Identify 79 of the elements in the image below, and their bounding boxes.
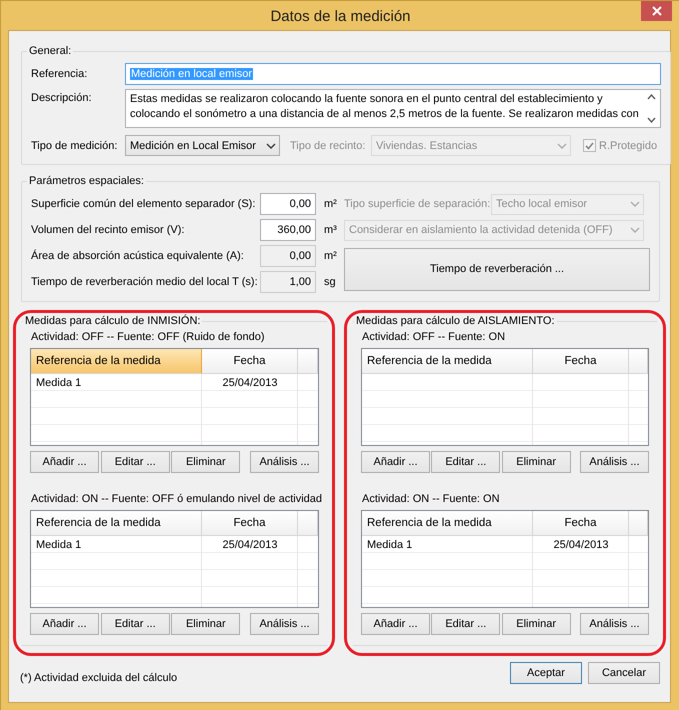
footnote-text: (*) Actividad excluida del cálculo — [20, 671, 178, 684]
cancel-button[interactable]: Cancelar — [588, 662, 660, 684]
field-label: Tipo de recinto: — [290, 140, 366, 152]
text-area[interactable]: Estas medidas se realizaron colocando la fuente sonora en el punto central del establecimiento y colocando el sonómetro a una distancia de al menos 2,5 metros de la fuente. Se realizaron medidas con — [125, 89, 661, 128]
list-caption: Actividad: OFF -- Fuente: ON — [362, 331, 506, 343]
number-field[interactable]: 0,00 — [260, 193, 316, 215]
action-button[interactable]: Añadir ... — [361, 451, 430, 473]
action-button[interactable]: Análisis ... — [580, 451, 649, 473]
action-button[interactable]: Añadir ... — [30, 451, 99, 473]
accept-button[interactable]: Aceptar — [510, 662, 582, 684]
table-cell-text: Medida 1 — [35, 376, 82, 390]
column-header[interactable]: Referencia de la medida — [31, 511, 202, 536]
unit-label: sg — [323, 276, 337, 288]
field-label: Descripción: — [31, 91, 93, 104]
action-button[interactable]: Añadir ... — [30, 613, 99, 635]
empty-column-header — [629, 349, 648, 374]
number-field: 0,00 — [260, 245, 316, 267]
scroll-down-icon[interactable] — [646, 117, 656, 123]
empty-column-header — [298, 349, 318, 374]
number-field: 1,00 — [260, 271, 316, 293]
column-header[interactable]: Fecha — [202, 349, 298, 374]
data-table[interactable]: Referencia de la medida Fecha Medida 1 25/04/2013 — [361, 510, 649, 608]
caret-icon — [557, 142, 567, 148]
field-label: Tipo de medición: — [31, 140, 118, 152]
reverberation-button[interactable]: Tiempo de reverberación ... — [344, 248, 650, 290]
dropdown[interactable]: Medición en Local Emisor — [125, 135, 280, 156]
group-label: General: — [28, 45, 72, 57]
action-button[interactable]: Editar ... — [431, 451, 500, 473]
column-header[interactable]: Fecha — [533, 511, 629, 536]
window-title: Datos de la medición — [270, 8, 411, 25]
close-icon — [652, 6, 662, 16]
action-button[interactable]: Editar ... — [100, 613, 170, 635]
column-header[interactable]: Fecha — [202, 511, 298, 536]
list-caption: Actividad: ON -- Fuente: ON — [362, 493, 501, 505]
table-cell-text: Medida 1 — [35, 538, 82, 552]
column-header[interactable]: Referencia de la medida — [362, 511, 533, 536]
column-header[interactable]: Referencia de la medida — [362, 349, 533, 374]
list-caption: Actividad: ON -- Fuente: OFF ó emulando nivel de actividad — [31, 493, 322, 505]
group-label: Medidas para cálculo de AISLAMIENTO: — [355, 315, 556, 327]
list-caption: Actividad: OFF -- Fuente: OFF (Ruido de fondo) — [31, 331, 266, 343]
field-label: Volumen del recinto emisor (V): — [31, 224, 186, 236]
checkbox-label: R.Protegido — [599, 140, 658, 152]
action-button[interactable]: Eliminar — [171, 613, 240, 635]
action-button[interactable]: Eliminar — [502, 613, 571, 635]
field-label: Área de absorción acústica equivalente (A): — [31, 250, 245, 262]
action-button[interactable]: Análisis ... — [250, 451, 320, 473]
data-table[interactable]: Referencia de la medida Fecha Medida 1 25/04/2013 — [30, 510, 320, 608]
empty-column-header — [298, 511, 318, 536]
table-cell-text: 25/04/2013 — [221, 538, 279, 552]
field-label: Tipo superficie de separación: — [344, 198, 491, 210]
close-button[interactable] — [641, 1, 672, 21]
unit-label: m³ — [323, 224, 338, 236]
caret-icon — [266, 142, 276, 148]
caret-icon — [630, 227, 640, 233]
number-field[interactable]: 360,00 — [260, 219, 316, 241]
group-label: Parámetros espaciales: — [28, 175, 145, 187]
action-button[interactable]: Eliminar — [502, 451, 571, 473]
action-button[interactable]: Análisis ... — [250, 613, 320, 635]
unit-label: m² — [323, 250, 338, 262]
table-cell-text: Medida 1 — [366, 538, 414, 552]
column-header[interactable]: Referencia de la medida — [31, 349, 202, 374]
scroll-up-icon[interactable] — [646, 94, 656, 100]
unit-label: m² — [323, 198, 338, 210]
caret-icon — [630, 201, 640, 207]
empty-column-header — [629, 511, 648, 536]
action-button[interactable]: Añadir ... — [361, 613, 430, 635]
column-header[interactable]: Fecha — [533, 349, 629, 374]
field-label: Referencia: — [31, 68, 88, 80]
action-button[interactable]: Eliminar — [171, 451, 240, 473]
action-button[interactable]: Análisis ... — [580, 613, 649, 635]
action-button[interactable]: Editar ... — [431, 613, 500, 635]
group-label: Medidas para cálculo de INMISIÓN: — [24, 315, 202, 327]
action-button[interactable]: Editar ... — [100, 451, 170, 473]
data-table[interactable]: Referencia de la medida Fecha — [361, 348, 649, 446]
field-label: Tiempo de reverberación medio del local T (s): — [31, 276, 259, 288]
field-label: Superficie común del elemento separador (S): — [31, 198, 256, 210]
table-cell-text: 25/04/2013 — [552, 538, 610, 552]
data-table[interactable]: Referencia de la medida Fecha Medida 1 25/04/2013 — [30, 348, 320, 446]
table-cell-text: 25/04/2013 — [221, 376, 279, 390]
